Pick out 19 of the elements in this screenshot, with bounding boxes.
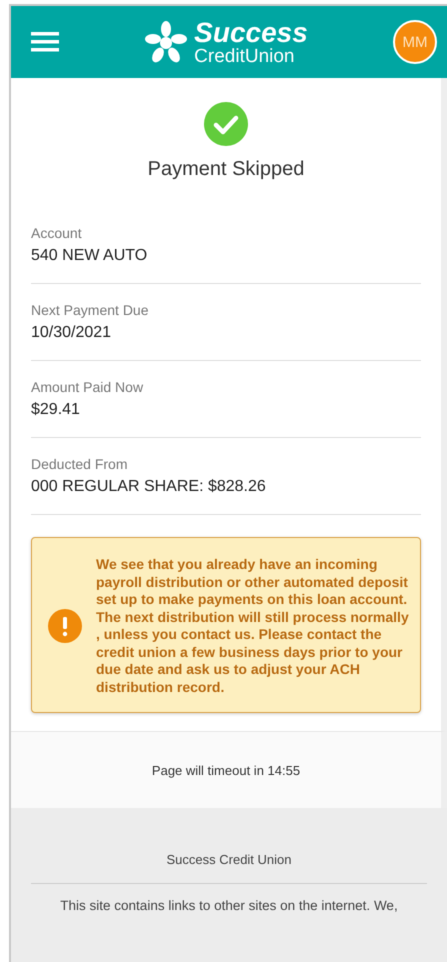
status-title: Payment Skipped: [148, 158, 304, 181]
check-icon: [204, 102, 248, 146]
field-label: Account: [31, 225, 83, 241]
field-label: Amount Paid Now: [31, 379, 144, 395]
user-avatar[interactable]: MM: [392, 20, 437, 64]
footer-title: Success Credit Union: [31, 852, 427, 884]
footer-disclaimer: This site contains links to other sites on the internet. We,: [60, 898, 398, 913]
flower-logo-icon: [144, 20, 188, 64]
field-label: Next Payment Due: [31, 302, 150, 318]
field-value: 10/30/2021: [31, 324, 112, 342]
field-value: 000 REGULAR SHARE: $828.26: [31, 478, 267, 496]
field-value: $29.41: [31, 401, 81, 419]
logo-subtitle: CreditUnion: [194, 46, 296, 66]
timeout-notice: Page will timeout in 14:55: [152, 762, 300, 778]
logo-title: Success: [194, 18, 308, 46]
field-value: 540 NEW AUTO: [31, 247, 148, 265]
exclamation-icon: [48, 609, 82, 643]
alert-message: We see that you already have an incoming payroll distribution or other automated deposit set up to make payments on this loan account. The next distribution will still process normally , unless you contact us. Please contact the credit union a few business days prior to your due date and ask us to adjust your ACH distribution record.: [96, 556, 410, 696]
field-label: Deducted From: [31, 456, 128, 472]
